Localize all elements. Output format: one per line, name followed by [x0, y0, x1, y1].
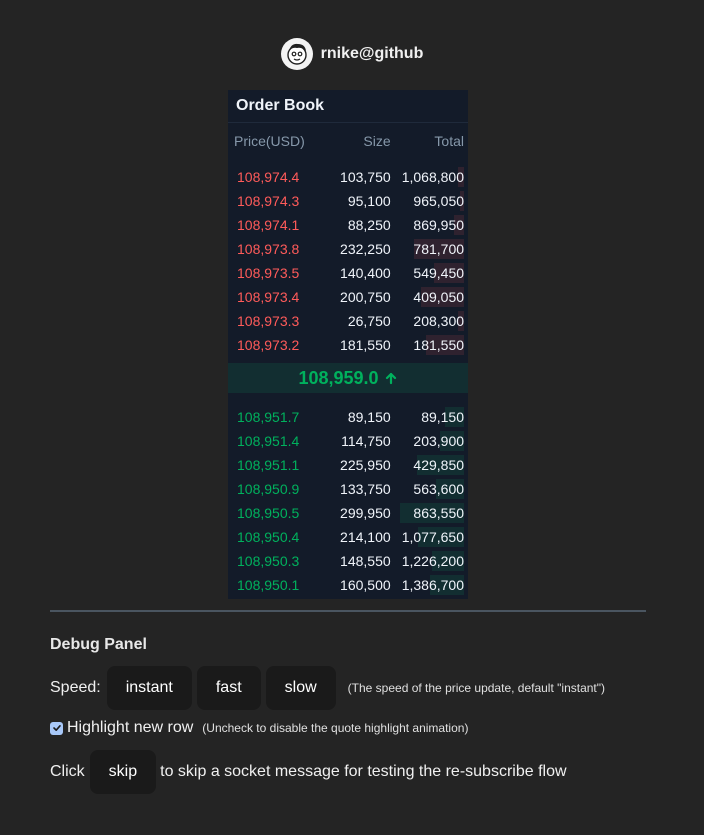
buy-size-cell: 133,750 — [340, 481, 391, 497]
speed-slow-button[interactable]: slow — [265, 666, 336, 710]
sell-total-cell: 409,050 — [413, 289, 465, 305]
buy-size-cell: 225,950 — [340, 457, 391, 473]
skip-control: Click skip to skip a socket message for … — [50, 750, 568, 794]
speed-fast-button[interactable]: fast — [196, 666, 261, 710]
order-book-title: Order Book — [228, 90, 468, 123]
price-column-header: Price(USD) — [234, 133, 305, 149]
buy-total-cell: 563,600 — [413, 481, 465, 497]
divider — [50, 610, 646, 612]
sell-size-cell: 140,400 — [340, 265, 391, 281]
buy-price-cell: 108,951.4 — [237, 433, 300, 449]
buy-quote-row: 108,950.4 214,100 1,077,650 — [228, 525, 468, 549]
speed-instant-button[interactable]: instant — [106, 666, 192, 710]
buy-total-cell: 89,150 — [421, 409, 465, 425]
debug-panel-title: Debug Panel — [50, 636, 147, 653]
highlight-label[interactable]: Highlight new row — [67, 719, 193, 737]
sell-price-cell: 108,973.2 — [237, 337, 300, 353]
sell-price-cell: 108,974.1 — [237, 217, 300, 233]
header: rnike@github — [0, 38, 704, 70]
sell-price-cell: 108,974.3 — [237, 193, 300, 209]
buy-size-cell: 299,950 — [340, 505, 391, 521]
sell-quote-row: 108,974.4 103,750 1,068,800 — [228, 165, 468, 189]
sell-price-cell: 108,973.4 — [237, 289, 300, 305]
order-book: Order Book Price(USD) Size Total 108,974… — [228, 90, 468, 599]
mid-price-value: 108,959.0 — [298, 368, 379, 388]
buy-size-cell: 114,750 — [341, 433, 391, 449]
buy-quote-row: 108,950.1 160,500 1,386,700 — [228, 573, 468, 597]
sell-size-cell: 232,250 — [340, 241, 391, 257]
buy-quote-row: 108,951.1 225,950 429,850 — [228, 453, 468, 477]
buy-price-cell: 108,951.1 — [237, 457, 300, 473]
highlight-checkbox[interactable] — [50, 721, 63, 735]
speed-note: (The speed of the price update, default … — [347, 681, 606, 695]
sell-total-cell: 549,450 — [413, 265, 465, 281]
sell-size-cell: 26,750 — [347, 313, 391, 329]
sell-quote-row: 108,974.1 88,250 869,950 — [228, 213, 468, 237]
size-column-header: Size — [363, 133, 391, 149]
click-label: Click — [50, 763, 85, 780]
sell-size-cell: 181,550 — [340, 337, 391, 353]
sell-quote-row: 108,973.2 181,550 181,550 — [228, 333, 468, 357]
buy-total-cell: 203,900 — [413, 433, 465, 449]
buy-quote-row: 108,950.3 148,550 1,226,200 — [228, 549, 468, 573]
sell-total-cell: 869,950 — [413, 217, 465, 233]
column-headers: Price(USD) Size Total — [228, 123, 468, 159]
checkmark-icon — [52, 725, 61, 731]
sell-price-cell: 108,973.8 — [237, 241, 300, 257]
sell-price-cell: 108,973.3 — [237, 313, 300, 329]
buy-size-cell: 214,100 — [340, 529, 391, 545]
buy-price-cell: 108,951.7 — [237, 409, 300, 425]
buy-quotes: 108,951.7 89,150 89,150 108,951.4 114,750 203… — [228, 399, 468, 599]
buy-total-cell: 1,077,650 — [401, 529, 465, 545]
sell-quote-row: 108,973.3 26,750 208,300 — [228, 309, 468, 333]
buy-price-cell: 108,950.4 — [237, 529, 300, 545]
avatar-face-icon[interactable] — [280, 38, 313, 70]
sell-size-cell: 95,100 — [347, 193, 391, 209]
mid-price: 108,959.0 — [228, 363, 468, 393]
buy-total-cell: 1,386,700 — [401, 577, 465, 593]
sell-total-cell: 181,550 — [413, 337, 465, 353]
buy-total-cell: 429,850 — [413, 457, 465, 473]
buy-price-cell: 108,950.3 — [237, 553, 300, 569]
speed-control: Speed: instant fast slow (The speed of t… — [50, 666, 605, 710]
sell-quote-row: 108,973.4 200,750 409,050 — [228, 285, 468, 309]
buy-size-cell: 148,550 — [340, 553, 391, 569]
skip-note: to skip a socket message for testing the… — [160, 763, 567, 780]
buy-quote-row: 108,950.9 133,750 563,600 — [228, 477, 468, 501]
skip-button[interactable]: skip — [89, 750, 157, 794]
sell-quote-row: 108,974.3 95,100 965,050 — [228, 189, 468, 213]
buy-quote-row: 108,951.7 89,150 89,150 — [228, 405, 468, 429]
sell-total-cell: 965,050 — [413, 193, 465, 209]
arrow-up-icon — [385, 372, 396, 385]
username-link[interactable]: rnike@github — [321, 45, 424, 63]
sell-size-cell: 103,750 — [340, 169, 391, 185]
buy-total-cell: 863,550 — [413, 505, 465, 521]
sell-quote-row: 108,973.8 232,250 781,700 — [228, 237, 468, 261]
sell-price-cell: 108,973.5 — [237, 265, 300, 281]
total-column-header: Total — [434, 133, 464, 149]
sell-quote-row: 108,973.5 140,400 549,450 — [228, 261, 468, 285]
sell-size-cell: 200,750 — [340, 289, 391, 305]
buy-total-cell: 1,226,200 — [401, 553, 465, 569]
highlight-note: (Uncheck to disable the quote highlight … — [202, 721, 469, 735]
buy-price-cell: 108,950.5 — [237, 505, 300, 521]
sell-size-cell: 88,250 — [347, 217, 391, 233]
buy-quote-row: 108,951.4 114,750 203,900 — [228, 429, 468, 453]
sell-price-cell: 108,974.4 — [237, 169, 300, 185]
sell-total-cell: 1,068,800 — [401, 169, 465, 185]
highlight-control: Highlight new row (Uncheck to disable th… — [50, 719, 468, 737]
sell-total-cell: 781,700 — [413, 241, 465, 257]
buy-quote-row: 108,950.5 299,950 863,550 — [228, 501, 468, 525]
buy-size-cell: 160,500 — [340, 577, 391, 593]
sell-quotes: 108,974.4 103,750 1,068,800 108,974.3 95,100… — [228, 159, 468, 357]
buy-price-cell: 108,950.9 — [237, 481, 300, 497]
sell-total-cell: 208,300 — [413, 313, 465, 329]
buy-price-cell: 108,950.1 — [237, 577, 300, 593]
buy-size-cell: 89,150 — [347, 409, 391, 425]
speed-label: Speed: — [50, 679, 101, 696]
